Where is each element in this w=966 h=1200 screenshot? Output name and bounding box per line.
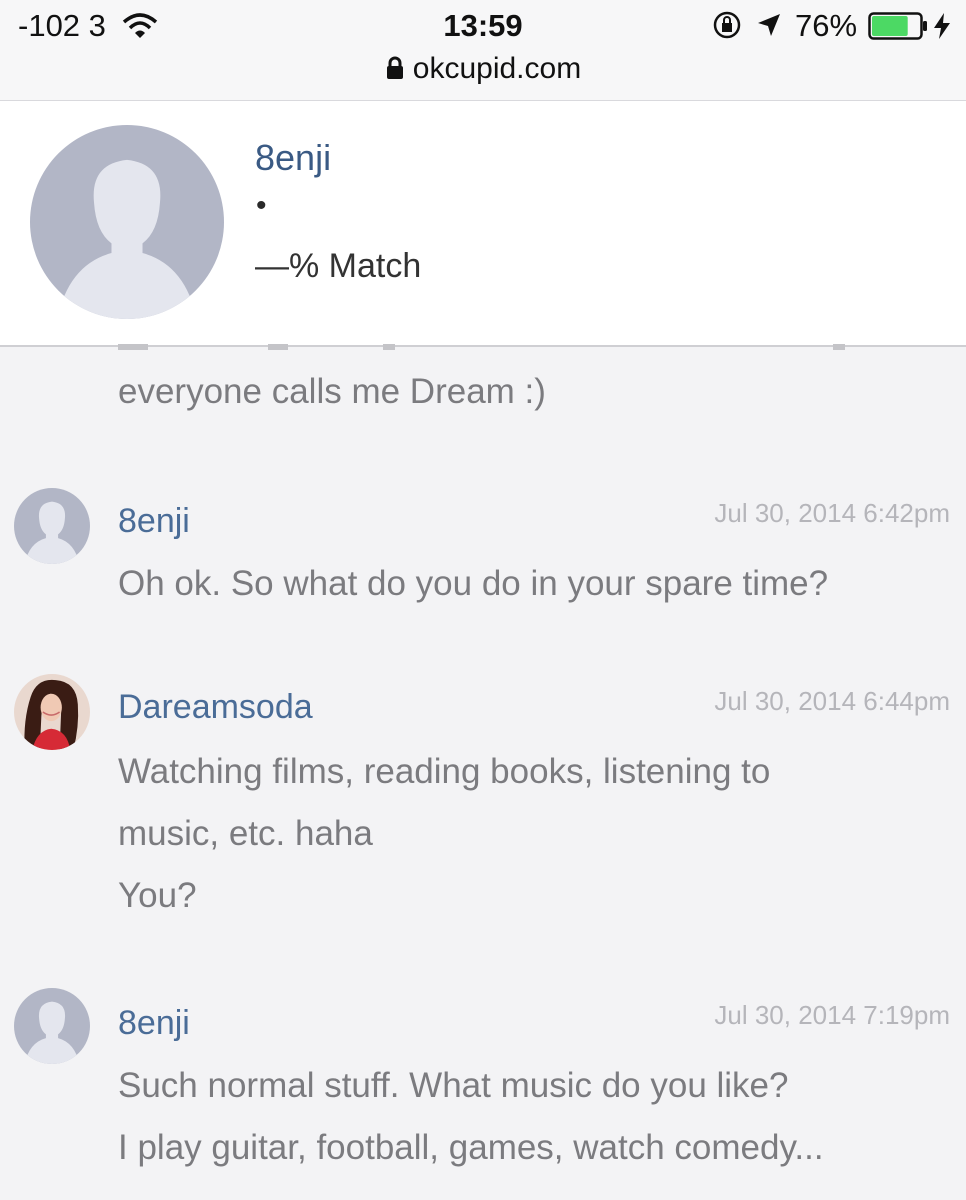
message-text-line: I play guitar, football, games, watch co… — [118, 1128, 824, 1167]
user-photo-avatar[interactable] — [14, 674, 90, 750]
message-text-line: You? — [118, 876, 197, 915]
lock-icon — [386, 56, 403, 79]
message-text: Oh ok. So what do you do in your spare t… — [118, 564, 829, 603]
battery-percentage: 76% — [795, 8, 858, 43]
default-avatar-icon[interactable] — [14, 488, 90, 564]
message-author-link[interactable]: Dareamsoda — [118, 688, 313, 727]
orientation-lock-icon — [713, 11, 741, 39]
default-avatar-icon[interactable] — [14, 988, 90, 1064]
clipped-text-fragment — [118, 344, 845, 350]
message-text-line: Watching films, reading books, listening… — [118, 752, 771, 791]
message-timestamp: Jul 30, 2014 6:44pm — [714, 686, 950, 716]
charging-bolt-icon — [934, 13, 950, 39]
message-timestamp: Jul 30, 2014 7:19pm — [714, 1000, 950, 1030]
battery-icon — [868, 12, 927, 40]
address-bar[interactable]: okcupid.com — [0, 52, 966, 86]
profile-separator-dot: • — [256, 189, 267, 222]
message-thread[interactable]: everyone calls me Dream :) 8enji Jul 30,… — [0, 344, 966, 1200]
message-text: everyone calls me Dream :) — [118, 372, 546, 411]
url-text: okcupid.com — [412, 52, 582, 85]
profile-header: 8enji • —% Match — [0, 101, 966, 347]
status-bar: -102 3 13:59 76% okcupid.com — [0, 0, 966, 101]
message-timestamp: Jul 30, 2014 6:42pm — [714, 498, 950, 528]
match-percentage: —% Match — [255, 247, 422, 285]
message-author-link[interactable]: 8enji — [118, 502, 190, 541]
default-avatar-icon[interactable] — [30, 125, 224, 319]
profile-name-link[interactable]: 8enji — [255, 137, 331, 179]
message-author-link[interactable]: 8enji — [118, 1004, 190, 1043]
message-text-line: music, etc. haha — [118, 814, 373, 853]
message-text-line: Such normal stuff. What music do you lik… — [118, 1066, 789, 1105]
location-arrow-icon — [758, 14, 780, 36]
